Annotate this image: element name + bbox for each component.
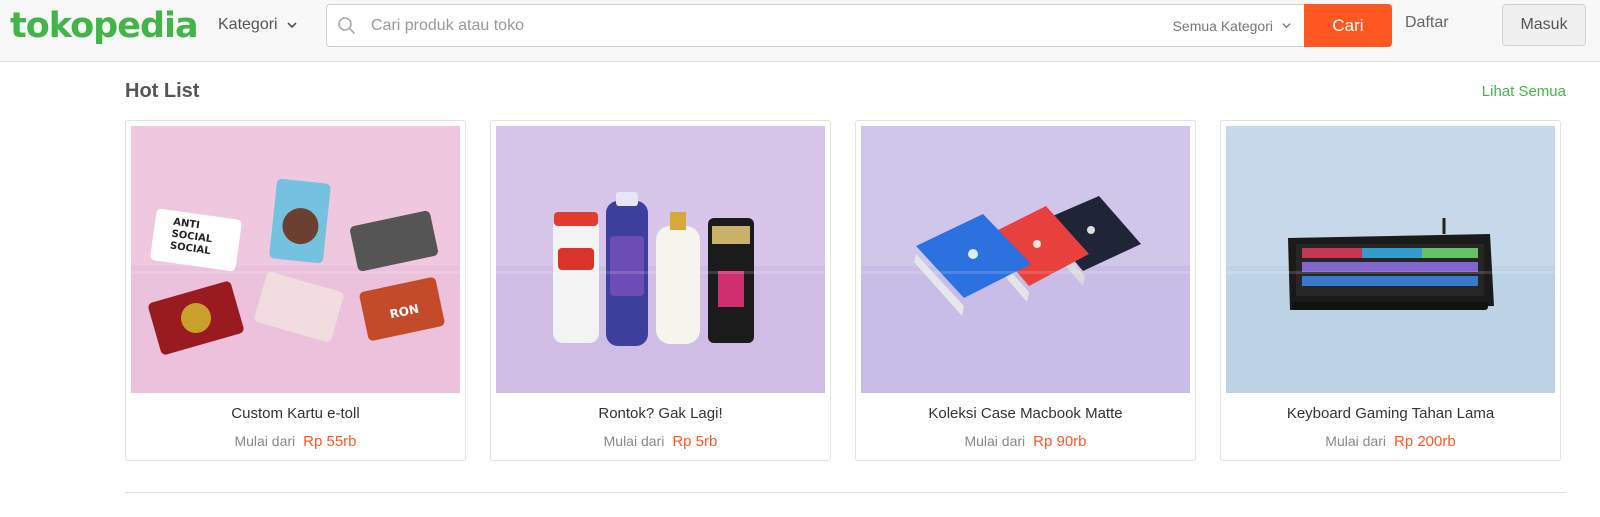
price-prefix: Mulai dari	[603, 433, 665, 449]
hotlist-card[interactable]: ANTI SOCIAL SOCIAL RON Custom Kartu e-to…	[125, 120, 466, 461]
see-all-link[interactable]: Lihat Semua	[1482, 83, 1566, 100]
card-price: Mulai dari Rp 200rb	[1226, 433, 1555, 450]
card-title: Rontok? Gak Lagi!	[598, 405, 723, 422]
card-title: Custom Kartu e-toll	[231, 405, 360, 422]
search-bar: Semua Kategori Cari	[326, 4, 1392, 47]
hotlist-card[interactable]: Keyboard Gaming Tahan Lama Mulai dari Rp …	[1220, 120, 1561, 461]
card-image	[1226, 126, 1555, 393]
search-button[interactable]: Cari	[1304, 4, 1392, 47]
price-value: Rp 90rb	[1033, 433, 1087, 450]
chevron-down-icon	[1282, 23, 1291, 29]
card-price: Mulai dari Rp 90rb	[861, 433, 1190, 450]
card-image	[496, 126, 825, 393]
price-prefix: Mulai dari	[964, 433, 1026, 449]
search-category-select[interactable]: Semua Kategori	[1161, 5, 1304, 46]
card-image	[861, 126, 1190, 393]
chevron-down-icon	[287, 22, 297, 29]
search-icon	[327, 16, 367, 36]
daftar-link[interactable]: Daftar	[1405, 14, 1449, 32]
price-prefix: Mulai dari	[1325, 433, 1386, 449]
card-title: Keyboard Gaming Tahan Lama	[1286, 405, 1495, 422]
price-value: Rp 200rb	[1393, 433, 1456, 450]
price-prefix: Mulai dari	[234, 433, 296, 449]
kategori-label: Kategori	[218, 16, 278, 33]
section-title: Hot List	[125, 80, 200, 102]
tokopedia-logo[interactable]: tokopedia	[10, 6, 199, 46]
card-image: ANTI SOCIAL SOCIAL RON	[131, 126, 460, 393]
card-title: Koleksi Case Macbook Matte	[928, 405, 1123, 422]
card-price: Mulai dari Rp 5rb	[496, 433, 825, 450]
top-header: tokopedia Kategori Semua Kategori Cari D…	[0, 0, 1600, 62]
search-input[interactable]	[367, 16, 1161, 35]
card-price: Mulai dari Rp 55rb	[131, 433, 460, 450]
price-value: Rp 5rb	[672, 433, 718, 450]
price-value: Rp 55rb	[303, 433, 357, 450]
masuk-button[interactable]: Masuk	[1502, 4, 1586, 46]
kategori-dropdown[interactable]: Kategori	[218, 14, 298, 36]
hotlist-card[interactable]: Rontok? Gak Lagi! Mulai dari Rp 5rb	[490, 120, 831, 461]
hotlist-cards: ANTI SOCIAL SOCIAL RON Custom Kartu e-to…	[125, 120, 1561, 461]
section-divider	[125, 492, 1566, 493]
hotlist-card[interactable]: Koleksi Case Macbook Matte Mulai dari Rp …	[855, 120, 1196, 461]
search-category-label: Semua Kategori	[1172, 17, 1273, 34]
